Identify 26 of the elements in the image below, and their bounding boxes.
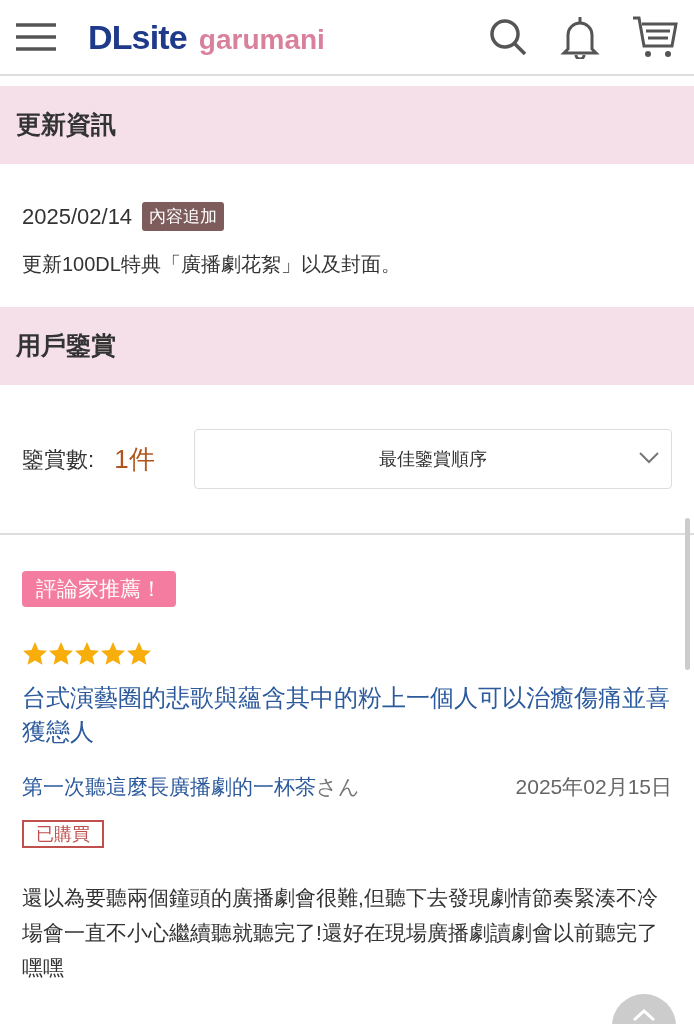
star-icon bbox=[22, 640, 48, 667]
update-text: 更新100DL特典「廣播劇花絮」以及封面。 bbox=[22, 252, 402, 277]
scrollbar[interactable] bbox=[685, 518, 690, 670]
update-date: 2025/02/14 bbox=[22, 203, 133, 231]
review-author: 第一次聽這麼長廣播劇的一杯茶さん bbox=[22, 773, 360, 800]
star-icon bbox=[100, 640, 126, 667]
update-tag: 內容追加 bbox=[142, 201, 225, 232]
review-count: 1件 bbox=[114, 442, 155, 476]
critic-badge: 評論家推薦！ bbox=[22, 571, 176, 607]
search-icon[interactable] bbox=[488, 17, 528, 57]
purchased-badge: 已購買 bbox=[22, 820, 104, 848]
star-icon bbox=[48, 640, 74, 667]
review-title[interactable]: 台式演藝圈的悲歌與蘊含其中的粉上一個人可以治癒傷痛並喜獲戀人 bbox=[22, 680, 672, 749]
chevron-down-icon bbox=[639, 452, 659, 464]
review-count-label: 鑒賞數: bbox=[22, 445, 95, 474]
section-heading: 用戶鑒賞 bbox=[16, 330, 116, 362]
section-heading: 更新資訊 bbox=[16, 109, 116, 141]
review-date: 2025年02月15日 bbox=[515, 773, 672, 800]
cart-icon[interactable] bbox=[632, 15, 678, 59]
site-logo[interactable]: DLsite garumani bbox=[88, 11, 325, 63]
star-icon bbox=[74, 640, 100, 667]
star-icon bbox=[126, 640, 152, 667]
review-body: 還以為要聽兩個鐘頭的廣播劇會很難,但聽下去發現劇情節奏緊湊不冷場會一直不小心繼續聽就聽完了!還好在現場廣播劇讀劇會以前聽完了嘿嘿 bbox=[22, 885, 659, 981]
bell-icon[interactable] bbox=[560, 15, 600, 59]
sort-dropdown[interactable]: 最佳鑒賞順序 bbox=[194, 429, 672, 489]
menu-icon[interactable] bbox=[16, 23, 56, 51]
